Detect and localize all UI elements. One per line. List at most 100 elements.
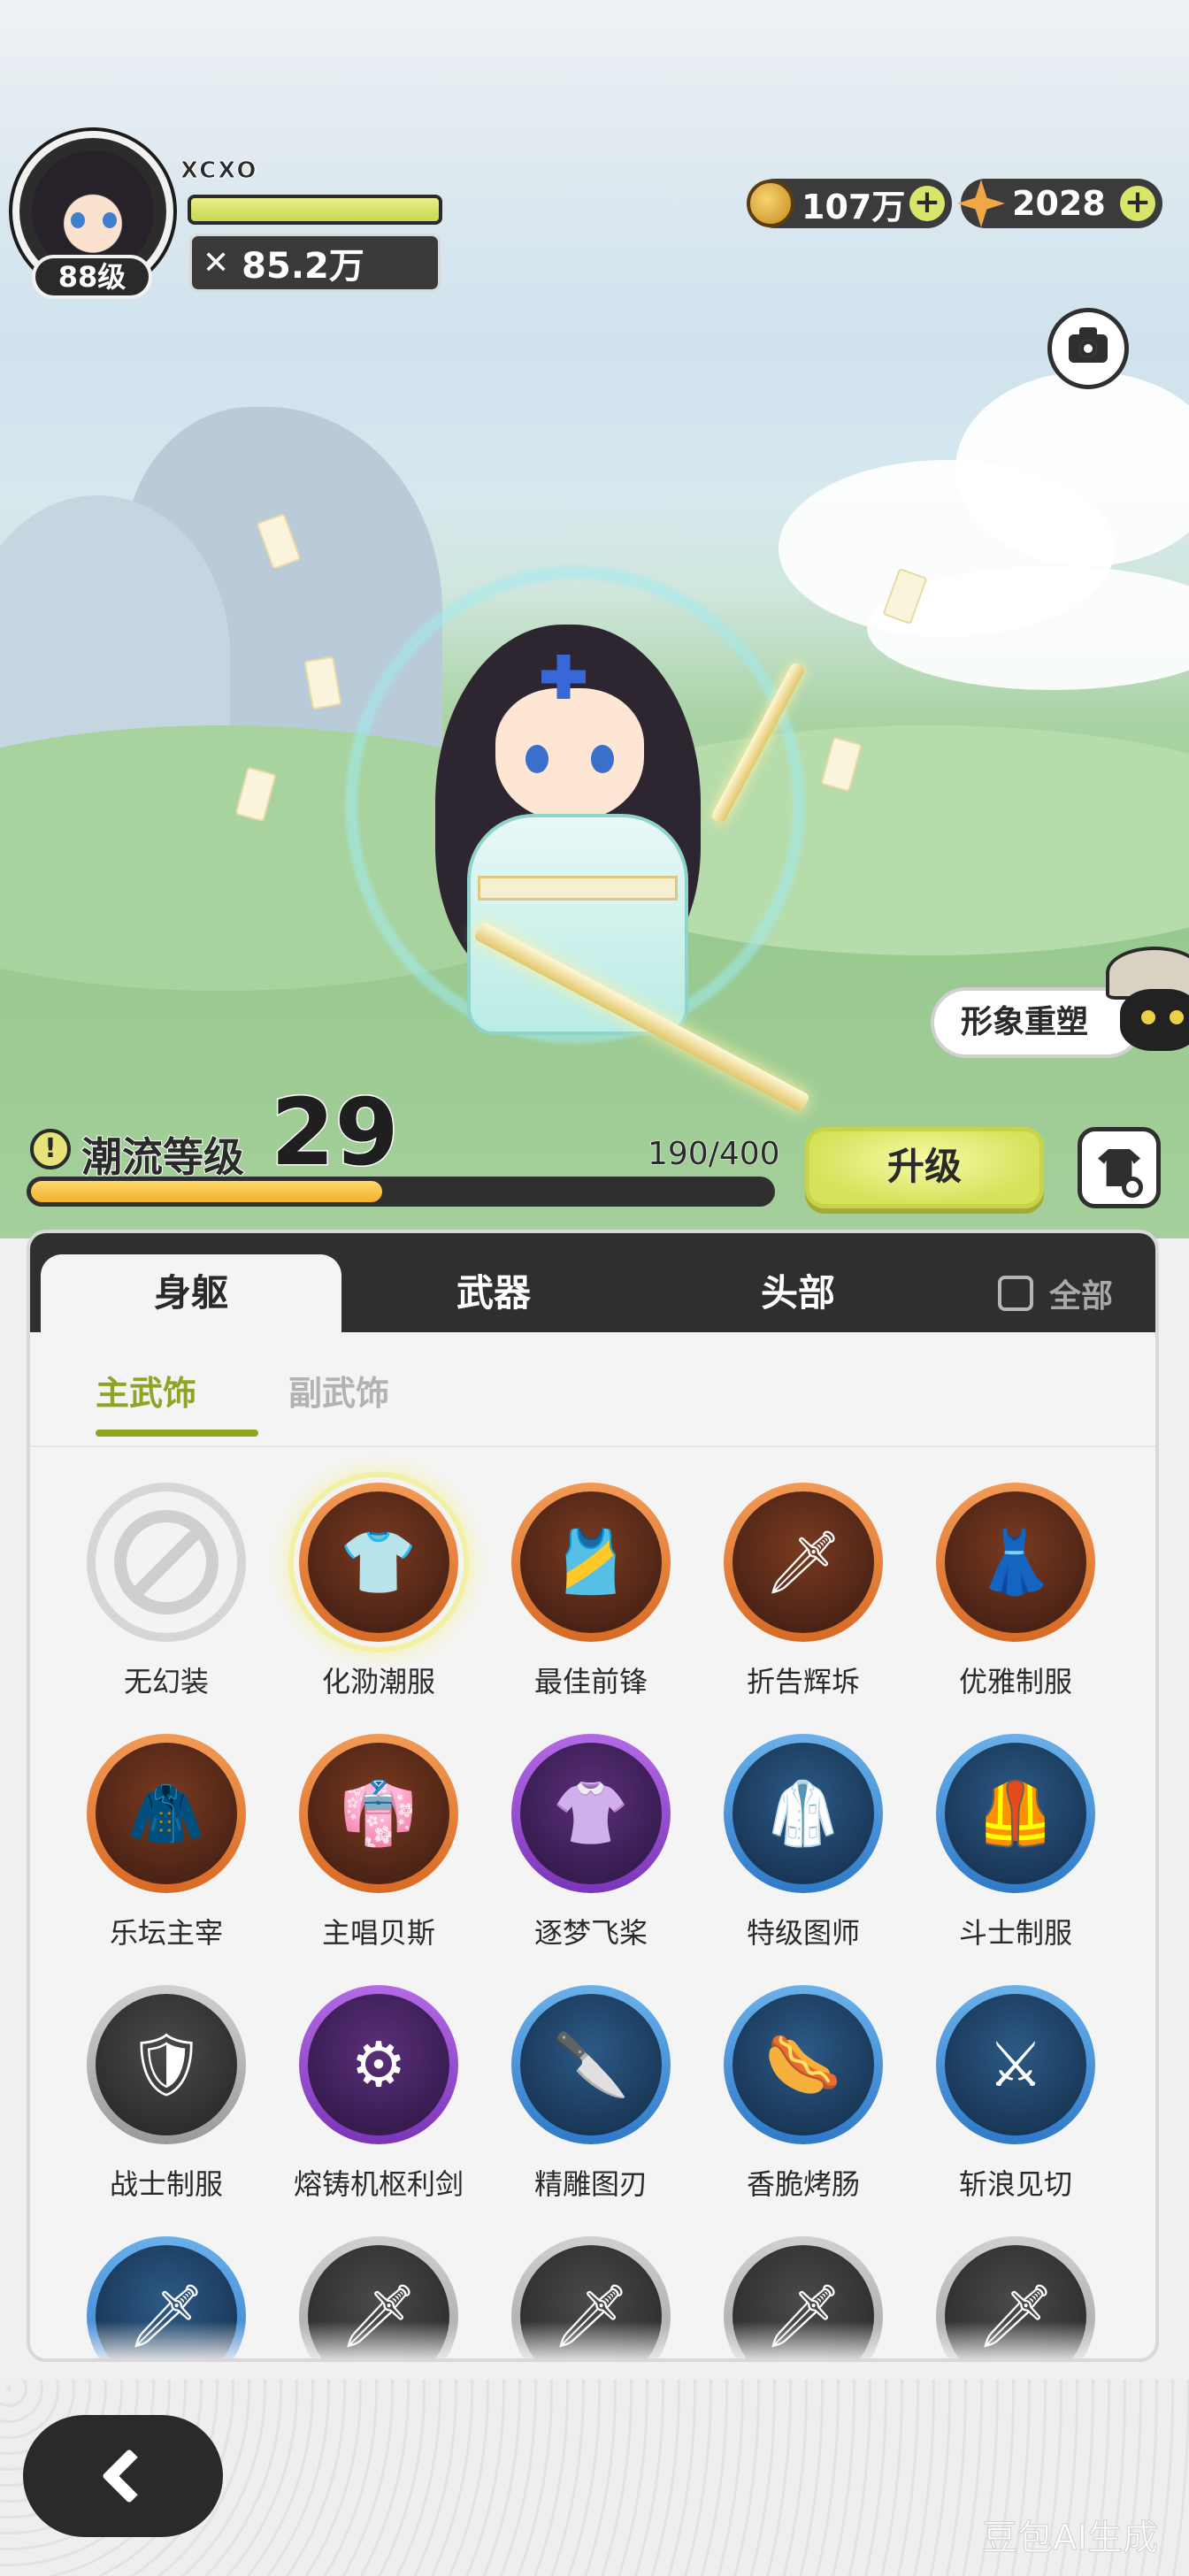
item-icon-bg: 🗡 — [733, 1491, 874, 1633]
magnifier-icon — [1122, 1177, 1143, 1198]
outfit-item[interactable]: 🎽 最佳前锋 — [485, 1483, 697, 1721]
subtab-main-weapon-deco[interactable]: 主武饰 — [96, 1366, 196, 1414]
item-icon-bg: 👗 — [945, 1491, 1086, 1633]
show-all-label: 全部 — [1049, 1278, 1114, 1315]
trend-progress-fill — [31, 1181, 383, 1202]
cat-eye — [1141, 1010, 1155, 1024]
outfit-item[interactable]: 🧥 乐坛主宰 — [60, 1734, 272, 1973]
item-icon-frame: 🧥 — [87, 1734, 246, 1893]
item-icon-frame: 👗 — [936, 1483, 1095, 1642]
trend-level-label: 潮流等级 — [81, 1132, 245, 1182]
item-icon-frame: 🛡 — [87, 1985, 246, 2144]
cat-eye — [1170, 1010, 1184, 1024]
outfit-item-label: 乐坛主宰 — [109, 1916, 223, 1950]
outfit-item[interactable]: 🥼 特级图师 — [697, 1734, 909, 1973]
show-all-checkbox[interactable] — [998, 1276, 1033, 1311]
item-icon-frame: 🗡 — [724, 1483, 883, 1642]
outfit-item-label: 斩浪见切 — [958, 2167, 1072, 2201]
item-icon-bg: 🛡 — [96, 1994, 237, 2135]
show-all-toggle[interactable]: 全部 — [998, 1254, 1113, 1332]
outfit-item-icon: 🥼 — [764, 1777, 842, 1850]
outfit-item[interactable]: ⚔ 斩浪见切 — [909, 1985, 1122, 2224]
outfit-item-icon: 🎽 — [552, 1526, 630, 1598]
outfit-item-icon: 👘 — [340, 1777, 418, 1850]
outfit-item[interactable]: 🦺 斗士制服 — [909, 1734, 1122, 1973]
wardrobe-search-button[interactable] — [1078, 1127, 1161, 1208]
outfit-item-label: 精雕图刃 — [533, 2167, 648, 2201]
tab-body[interactable]: 身躯 — [41, 1254, 341, 1332]
upgrade-button[interactable]: 升级 — [805, 1127, 1044, 1208]
item-icon-frame — [87, 1483, 246, 1642]
item-icon-frame: 🎽 — [511, 1483, 671, 1642]
subtab-underline — [96, 1430, 258, 1437]
item-icon-bg: 👚 — [520, 1743, 662, 1884]
add-gold-button[interactable]: + — [909, 186, 945, 221]
gold-currency: 107万 + — [747, 179, 952, 228]
outfit-item[interactable]: 无幻装 — [60, 1483, 272, 1721]
camera-button[interactable] — [1047, 308, 1129, 389]
outfit-item-label: 战士制服 — [109, 2167, 223, 2201]
outfit-item-label: 逐梦飞桨 — [533, 1916, 648, 1950]
item-icon-bg: 🧥 — [96, 1743, 237, 1884]
outfit-item-label: 主唱贝斯 — [321, 1916, 435, 1950]
item-icon-bg: 🔪 — [520, 1994, 662, 2135]
item-icon-frame: 👚 — [511, 1734, 671, 1893]
tab-weapon[interactable]: 武器 — [343, 1254, 644, 1332]
gem-value: 2028 — [1012, 184, 1106, 223]
outfit-item-label: 化泐潮服 — [321, 1665, 435, 1698]
outfit-item[interactable]: 👘 主唱贝斯 — [272, 1734, 485, 1973]
info-icon[interactable]: ! — [30, 1129, 71, 1169]
item-icon-bg: 🥼 — [733, 1743, 874, 1884]
item-icon-bg: 🦺 — [945, 1743, 1086, 1884]
character-eye — [591, 745, 614, 773]
outfit-item[interactable]: 👕 化泐潮服 — [272, 1472, 485, 1721]
item-icon-bg: ⚙ — [308, 1994, 449, 2135]
item-icon-frame: 👕 — [299, 1483, 458, 1642]
outfit-item-icon: 🌭 — [764, 2028, 842, 2101]
player-hp-bar — [188, 195, 442, 225]
outfit-item[interactable]: 🗡 折告辉坼 — [697, 1483, 909, 1721]
item-icon-bg: ⚔ — [945, 1994, 1086, 2135]
item-icon-bg — [96, 1491, 237, 1633]
outfit-panel: 身躯 武器 头部 全部 主武饰 副武饰 无幻装 👕 化泐潮服 🎽 最佳前锋 🗡 折告辉坼 👗 优… — [27, 1230, 1159, 2362]
outfit-item-label: 香脆烤肠 — [746, 2167, 860, 2201]
item-icon-bg: 👕 — [308, 1491, 449, 1633]
item-icon-bg: 👘 — [308, 1743, 449, 1884]
trend-level-value: 29 — [270, 1078, 401, 1186]
outfit-item[interactable]: 👚 逐梦飞桨 — [485, 1734, 697, 1973]
subtab-sub-weapon-deco[interactable]: 副武饰 — [288, 1366, 389, 1414]
character-eye — [525, 745, 548, 773]
combat-power: ✕ 85.2万 — [189, 234, 441, 292]
item-icon-frame: 🥼 — [724, 1734, 883, 1893]
chevron-left-icon — [101, 2448, 157, 2504]
outfit-item[interactable]: 🔪 精雕图刃 — [485, 1985, 697, 2224]
outfit-item-icon: 🧥 — [127, 1777, 205, 1850]
outfit-item-icon: 🦺 — [977, 1777, 1055, 1850]
camera-icon — [1069, 327, 1108, 363]
character-robe — [467, 814, 688, 1035]
outfit-item-label: 优雅制服 — [958, 1665, 1072, 1698]
outfit-item-icon: 👕 — [340, 1526, 418, 1598]
back-button[interactable] — [23, 2415, 223, 2537]
crossed-swords-icon: ✕ — [203, 244, 230, 281]
outfit-item-icon: 🛡 — [127, 2028, 206, 2101]
gold-value: 107万 — [802, 187, 906, 226]
trend-progress-text: 190/400 — [648, 1136, 781, 1173]
player-name: XCXO — [180, 157, 258, 185]
avatar-eye — [103, 212, 117, 228]
item-icon-frame: ⚙ — [299, 1985, 458, 2144]
item-icon-frame: ⚔ — [936, 1985, 1095, 2144]
item-icon-frame: 🔪 — [511, 1985, 671, 2144]
trend-progress-bar — [27, 1177, 775, 1207]
outfit-item[interactable]: ⚙ 熔铸机枢利剑 — [272, 1985, 485, 2224]
player-level-badge: 88级 — [32, 255, 152, 299]
outfit-item[interactable]: 👗 优雅制服 — [909, 1483, 1122, 1721]
item-icon-bg: 🌭 — [733, 1994, 874, 2135]
outfit-item[interactable]: 🌭 香脆烤肠 — [697, 1985, 909, 2224]
add-gem-button[interactable]: + — [1120, 186, 1155, 221]
gem-currency: 2028 + — [957, 179, 1162, 228]
outfit-item-icon: 👚 — [552, 1777, 630, 1850]
outfit-item-icon: 🗡 — [763, 1526, 843, 1598]
tab-head[interactable]: 头部 — [648, 1254, 948, 1332]
outfit-item[interactable]: 🛡 战士制服 — [60, 1985, 272, 2224]
